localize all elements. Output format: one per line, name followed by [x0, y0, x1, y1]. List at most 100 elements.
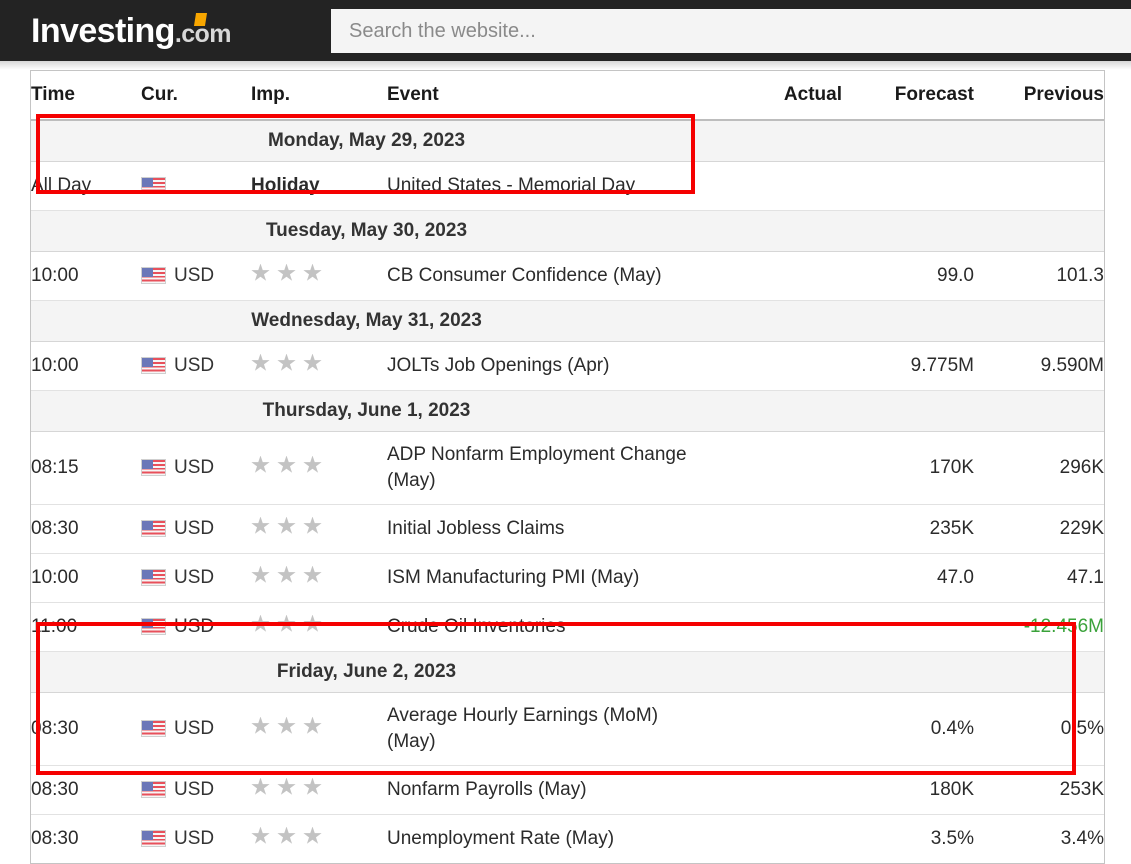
- table-row[interactable]: 08:15 USD ADP Nonfarm Employment Change (M…: [31, 431, 1104, 505]
- cell-importance: [251, 431, 387, 505]
- day-row-filler: [842, 300, 974, 342]
- column-header-forecast[interactable]: Forecast: [842, 71, 974, 121]
- cell-previous: 101.3: [974, 251, 1104, 301]
- day-row-filler: [702, 390, 842, 432]
- us-flag-icon: [141, 177, 166, 195]
- cell-actual: [702, 341, 842, 391]
- search-input[interactable]: Search the website...: [331, 9, 1131, 53]
- day-row-filler: [702, 210, 842, 252]
- cell-event-name[interactable]: Crude Oil Inventories: [387, 602, 702, 652]
- table-row[interactable]: All Day Holiday United States - Memorial D…: [31, 161, 1104, 211]
- day-row-filler: [974, 300, 1104, 342]
- cell-actual: [702, 692, 842, 766]
- cell-previous: 296K: [974, 431, 1104, 505]
- table-row[interactable]: 10:00 USD JOLTs Job Openings (Apr) 9.775M 9.…: [31, 341, 1104, 391]
- cell-event-name[interactable]: ADP Nonfarm Employment Change (May): [387, 431, 702, 505]
- cell-currency: USD: [141, 765, 251, 815]
- cell-event-name[interactable]: United States - Memorial Day: [387, 161, 702, 211]
- star-icon: [251, 716, 270, 734]
- cell-currency: USD: [141, 504, 251, 554]
- day-row-filler: [702, 300, 842, 342]
- cell-currency: USD: [141, 602, 251, 652]
- cell-event-name[interactable]: Nonfarm Payrolls (May): [387, 765, 702, 815]
- importance-stars: [251, 716, 322, 736]
- cell-time: 10:00: [31, 251, 141, 301]
- us-flag-icon: [141, 357, 166, 375]
- day-label-text: Thursday, June 1, 2023: [262, 400, 471, 421]
- cell-event-name[interactable]: Initial Jobless Claims: [387, 504, 702, 554]
- day-row-filler: [842, 651, 974, 693]
- column-header-currency[interactable]: Cur.: [141, 71, 251, 121]
- star-icon: [251, 777, 270, 795]
- table-row[interactable]: 08:30 USD Initial Jobless Claims 235K 229K: [31, 504, 1104, 554]
- cell-event-name[interactable]: ISM Manufacturing PMI (May): [387, 553, 702, 603]
- cell-time: 08:30: [31, 692, 141, 766]
- table-row[interactable]: 08:30 USD Nonfarm Payrolls (May) 180K 253K: [31, 765, 1104, 815]
- currency-code: USD: [174, 827, 215, 849]
- cell-importance: [251, 815, 387, 864]
- cell-time: 08:15: [31, 431, 141, 505]
- star-icon: [251, 614, 270, 632]
- table-row[interactable]: 08:30 USD Unemployment Rate (May) 3.5% 3.4%: [31, 815, 1104, 864]
- star-icon: [277, 826, 296, 844]
- table-row[interactable]: 10:00 USD ISM Manufacturing PMI (May) 47.0 4…: [31, 553, 1104, 603]
- column-header-actual[interactable]: Actual: [702, 71, 842, 121]
- cell-previous: 229K: [974, 504, 1104, 554]
- cell-previous: 47.1: [974, 553, 1104, 603]
- importance-stars: [251, 777, 322, 797]
- cell-currency: USD: [141, 553, 251, 603]
- table-row[interactable]: 08:30 USD Average Hourly Earnings (MoM) (M…: [31, 692, 1104, 766]
- day-label: Monday, May 29, 2023: [31, 120, 702, 162]
- cell-previous: 9.590M: [974, 341, 1104, 391]
- star-icon: [277, 614, 296, 632]
- table-row[interactable]: 11:00 USD Crude Oil Inventories -12.456M: [31, 602, 1104, 652]
- cell-actual: [702, 161, 842, 211]
- cell-event-name[interactable]: Unemployment Rate (May): [387, 815, 702, 864]
- day-label-text: Monday, May 29, 2023: [267, 130, 466, 151]
- cell-currency: USD: [141, 815, 251, 864]
- table-header: Time Cur. Imp. Event Actual Forecast Pre…: [31, 71, 1104, 121]
- column-header-event[interactable]: Event: [387, 71, 702, 121]
- cell-importance: [251, 341, 387, 391]
- cell-actual: [702, 765, 842, 815]
- cell-event-name[interactable]: Average Hourly Earnings (MoM) (May): [387, 692, 702, 766]
- cell-actual: [702, 251, 842, 301]
- cell-event-name[interactable]: CB Consumer Confidence (May): [387, 251, 702, 301]
- cell-forecast: 99.0: [842, 251, 974, 301]
- column-header-previous[interactable]: Previous: [974, 71, 1104, 121]
- star-icon: [277, 353, 296, 371]
- cell-actual: [702, 553, 842, 603]
- currency-code: USD: [174, 615, 215, 637]
- cell-actual: [702, 431, 842, 505]
- cell-importance: [251, 602, 387, 652]
- currency-code: USD: [174, 264, 215, 286]
- star-icon: [251, 455, 270, 473]
- cell-time: 10:00: [31, 553, 141, 603]
- column-header-importance[interactable]: Imp.: [251, 71, 387, 121]
- day-label-text: Friday, June 2, 2023: [276, 661, 457, 682]
- day-label: Thursday, June 1, 2023: [31, 390, 702, 432]
- importance-stars: [251, 516, 322, 536]
- cell-importance-holiday: Holiday: [251, 161, 387, 211]
- day-row-filler: [842, 210, 974, 252]
- star-icon: [251, 516, 270, 534]
- star-icon: [303, 455, 322, 473]
- importance-stars: [251, 263, 322, 283]
- star-icon: [277, 263, 296, 281]
- day-label-text: Wednesday, May 31, 2023: [251, 310, 482, 331]
- importance-stars: [251, 353, 322, 373]
- cell-forecast: 170K: [842, 431, 974, 505]
- column-header-time[interactable]: Time: [31, 71, 141, 121]
- cell-actual: [702, 815, 842, 864]
- cell-importance: [251, 251, 387, 301]
- currency-code: USD: [174, 354, 215, 376]
- cell-actual: [702, 504, 842, 554]
- investing-com-logo[interactable]: Investing.com: [31, 12, 231, 48]
- cell-forecast: 0.4%: [842, 692, 974, 766]
- day-separator-row: Monday, May 29, 2023: [31, 120, 1104, 162]
- table-row[interactable]: 10:00 USD CB Consumer Confidence (May) 99.0…: [31, 251, 1104, 301]
- cell-currency: USD: [141, 341, 251, 391]
- cell-time: 08:30: [31, 828, 79, 849]
- currency-code: USD: [174, 456, 215, 478]
- cell-event-name[interactable]: JOLTs Job Openings (Apr): [387, 341, 702, 391]
